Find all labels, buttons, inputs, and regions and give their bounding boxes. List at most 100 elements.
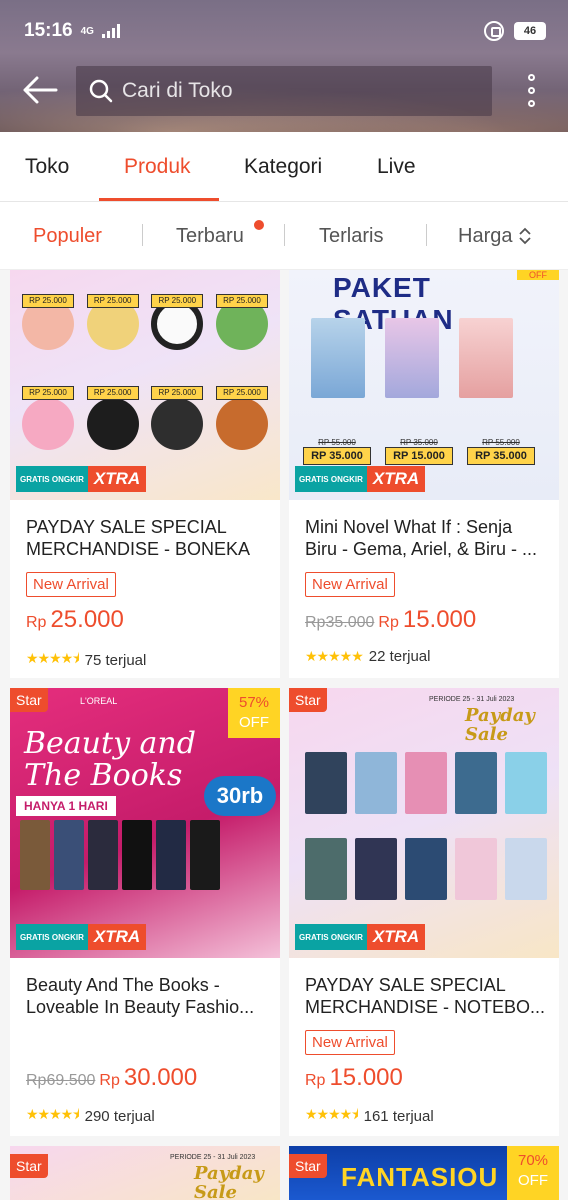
image-headline: Payday Sale <box>465 705 535 745</box>
image-price-block: RP 55.000 RP 35.000 <box>303 438 371 465</box>
plush-sheep <box>86 398 139 450</box>
product-image: FANTASIOU Star 70% OFF <box>289 1146 559 1200</box>
product-image: RP 25.000 RP 25.000 RP 25.000 RP 25.000 … <box>10 270 280 500</box>
image-period: PERIODE 25 - 31 Juli 2023 <box>170 1154 256 1161</box>
new-arrival-badge: New Arrival <box>305 1030 395 1055</box>
book-cover <box>190 820 220 890</box>
plush-pig <box>22 398 74 450</box>
product-title: Mini Novel What If : Senja Biru - Gema, … <box>305 517 538 559</box>
image-price-tag: RP 25.000 <box>151 386 204 400</box>
xtra-label: XTRA <box>366 466 426 492</box>
notebook-cover <box>505 752 547 814</box>
old-price: Rp69.500 <box>26 1072 96 1089</box>
more-dot-icon <box>527 73 535 81</box>
gratis-ongkir-xtra-badge: GRATIS ONGKIR XTRA <box>16 924 147 950</box>
sort-terlaris[interactable]: Terlaris <box>319 202 383 270</box>
notebook-cover <box>305 838 347 900</box>
plush-bear <box>151 398 204 450</box>
gratis-ongkir-label: GRATIS ONGKIR <box>295 466 367 492</box>
xtra-label: XTRA <box>87 924 147 950</box>
sort-terbaru[interactable]: Terbaru <box>176 202 244 270</box>
gratis-ongkir-label: GRATIS ONGKIR <box>295 924 367 950</box>
product-card[interactable]: FANTASIOU Star 70% OFF <box>289 1146 559 1200</box>
gratis-ongkir-label: GRATIS ONGKIR <box>16 924 88 950</box>
book-cover <box>20 820 50 890</box>
more-dot-icon <box>527 86 535 94</box>
book-cover <box>88 820 118 890</box>
image-price-tag: RP 25.000 <box>86 386 139 400</box>
back-arrow-icon <box>23 76 58 104</box>
search-input[interactable] <box>122 79 482 103</box>
product-card[interactable]: PAKET SATUAN OFF RP 55.000 RP 35.000 RP … <box>289 270 559 678</box>
more-options-button[interactable] <box>516 70 546 110</box>
tab-kategori[interactable]: Kategori <box>244 132 322 202</box>
image-price-tag: RP 25.000 <box>86 294 139 308</box>
gratis-ongkir-xtra-badge: GRATIS ONGKIR XTRA <box>295 924 426 950</box>
new-indicator-dot <box>254 220 264 230</box>
product-card[interactable]: L'OREAL Beauty and The Books HANYA 1 HAR… <box>10 688 280 1136</box>
tab-produk[interactable]: Produk <box>124 132 191 202</box>
product-image: L'OREAL Beauty and The Books HANYA 1 HAR… <box>10 688 280 958</box>
discount-percent: 70% <box>517 1152 549 1169</box>
product-rating: ★★★★⯨ 75 terjual <box>26 648 146 672</box>
image-price-block: RP 55.000 RP 35.000 <box>467 438 535 465</box>
image-price-block: RP 35.000 RP 15.000 <box>385 438 453 465</box>
notebook-cover <box>305 752 347 814</box>
star-badge: Star <box>289 688 327 712</box>
product-card[interactable]: PERIODE 25 - 31 Juli 2023 Payday Sale St… <box>289 688 559 1136</box>
gratis-ongkir-label: GRATIS ONGKIR <box>16 466 88 492</box>
signal-icon <box>101 24 120 38</box>
tab-toko[interactable]: Toko <box>25 132 69 202</box>
xtra-label: XTRA <box>87 466 147 492</box>
shop-tabs: Toko Produk Kategori Live <box>0 132 568 202</box>
active-tab-indicator <box>99 198 219 201</box>
product-rating: ★★★★⯨ 161 terjual <box>305 1104 434 1128</box>
image-headline: Payday Sale <box>194 1163 264 1200</box>
status-time: 15:16 <box>24 20 73 41</box>
book-cover <box>311 318 365 398</box>
notebook-cover <box>405 752 447 814</box>
image-subheadline: HANYA 1 HARI <box>16 796 116 816</box>
product-rating: ★★★★⯨ 290 terjual <box>26 1104 155 1128</box>
image-price-circle: 30rb <box>204 776 276 816</box>
image-old-price: RP 55.000 <box>318 438 356 447</box>
product-rating: ★★★★★ 22 terjual <box>305 648 430 665</box>
price-value: 30.000 <box>123 1064 198 1091</box>
product-card[interactable]: RP 25.000 RP 25.000 RP 25.000 RP 25.000 … <box>10 270 280 678</box>
xtra-label: XTRA <box>366 924 426 950</box>
notebook-cover <box>455 752 497 814</box>
discount-off-label: OFF <box>518 1172 548 1189</box>
sort-updown-icon <box>519 227 532 245</box>
sort-populer[interactable]: Populer <box>33 202 102 270</box>
back-button[interactable] <box>20 70 60 110</box>
image-price-tag: RP 25.000 <box>22 294 74 308</box>
image-price-tag: RP 25.000 <box>215 294 268 308</box>
notebook-cover <box>455 838 497 900</box>
star-badge: Star <box>10 688 48 712</box>
book-cover <box>122 820 152 890</box>
sort-harga[interactable]: Harga <box>458 202 532 270</box>
rating-stars-icon: ★★★★⯨ <box>26 650 80 666</box>
sold-count: 75 terjual <box>84 651 147 669</box>
sold-count: 22 terjual <box>368 648 431 665</box>
rating-stars-icon: ★★★★⯨ <box>26 1106 80 1122</box>
lock-rotation-icon <box>484 21 504 41</box>
gratis-ongkir-xtra-badge: GRATIS ONGKIR XTRA <box>16 466 147 492</box>
tab-live[interactable]: Live <box>377 132 416 202</box>
battery-icon: 46 <box>514 22 546 40</box>
book-cover <box>385 318 439 398</box>
product-card[interactable]: PERIODE 25 - 31 Juli 2023 Payday Sale St… <box>10 1146 280 1200</box>
product-price: Rp35.000 Rp 15.000 <box>305 606 476 634</box>
currency: Rp <box>378 614 399 631</box>
price-value: 25.000 <box>50 606 124 633</box>
search-icon <box>89 79 113 103</box>
rating-stars-icon: ★★★★★ <box>305 648 364 664</box>
image-price-tag: RP 25.000 <box>151 294 204 308</box>
product-price: Rp 25.000 <box>26 606 124 634</box>
image-headline: FANTASIOU <box>341 1162 499 1192</box>
book-cover <box>459 318 513 398</box>
sort-divider <box>284 224 285 246</box>
search-bar[interactable] <box>76 66 492 116</box>
discount-off-label: OFF <box>239 714 269 731</box>
image-price-tag: RP 25.000 <box>22 386 74 400</box>
